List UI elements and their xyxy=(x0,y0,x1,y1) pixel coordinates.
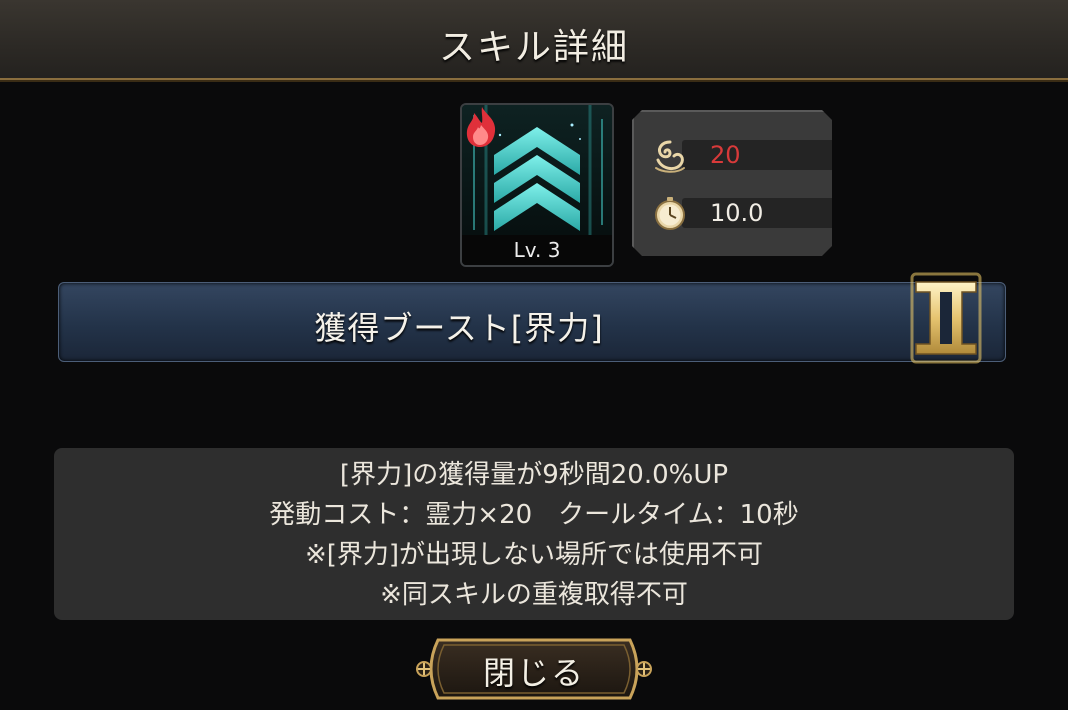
description-line: ※[界力]が出現しない場所では使用不可 xyxy=(304,540,764,570)
fire-element-icon xyxy=(466,107,496,147)
cost-row: 20 xyxy=(652,138,832,173)
cost-value: 20 xyxy=(710,141,741,169)
cooldown-row: 10.0 xyxy=(652,196,832,230)
skill-icon-frame: Lv. 3 xyxy=(460,103,614,267)
roman-numeral-two-icon xyxy=(910,272,982,364)
skill-stats-panel: 20 10.0 xyxy=(632,110,832,256)
header-bar: スキル詳細 xyxy=(0,0,1068,80)
description-line: [界力]の獲得量が9秒間20.0%UP xyxy=(339,460,729,490)
description-line: ※同スキルの重複取得不可 xyxy=(380,580,688,610)
skill-level-label: Lv. 3 xyxy=(462,235,612,265)
page-title: スキル詳細 xyxy=(438,27,629,68)
skill-name: 獲得ブースト[界力] xyxy=(314,309,604,347)
spirit-cost-icon xyxy=(655,140,685,173)
description-line: 発動コスト：霊力×20 クールタイム：10秒 xyxy=(269,500,799,530)
skill-name-bar: 獲得ブースト[界力] xyxy=(58,282,1006,362)
skill-description-box: [界力]の獲得量が9秒間20.0%UP 発動コスト：霊力×20 クールタイム：1… xyxy=(54,448,1014,620)
cooldown-value: 10.0 xyxy=(710,199,764,227)
close-button[interactable]: 閉じる xyxy=(412,636,656,702)
close-button-label: 閉じる xyxy=(482,654,585,692)
stopwatch-icon xyxy=(655,197,685,230)
